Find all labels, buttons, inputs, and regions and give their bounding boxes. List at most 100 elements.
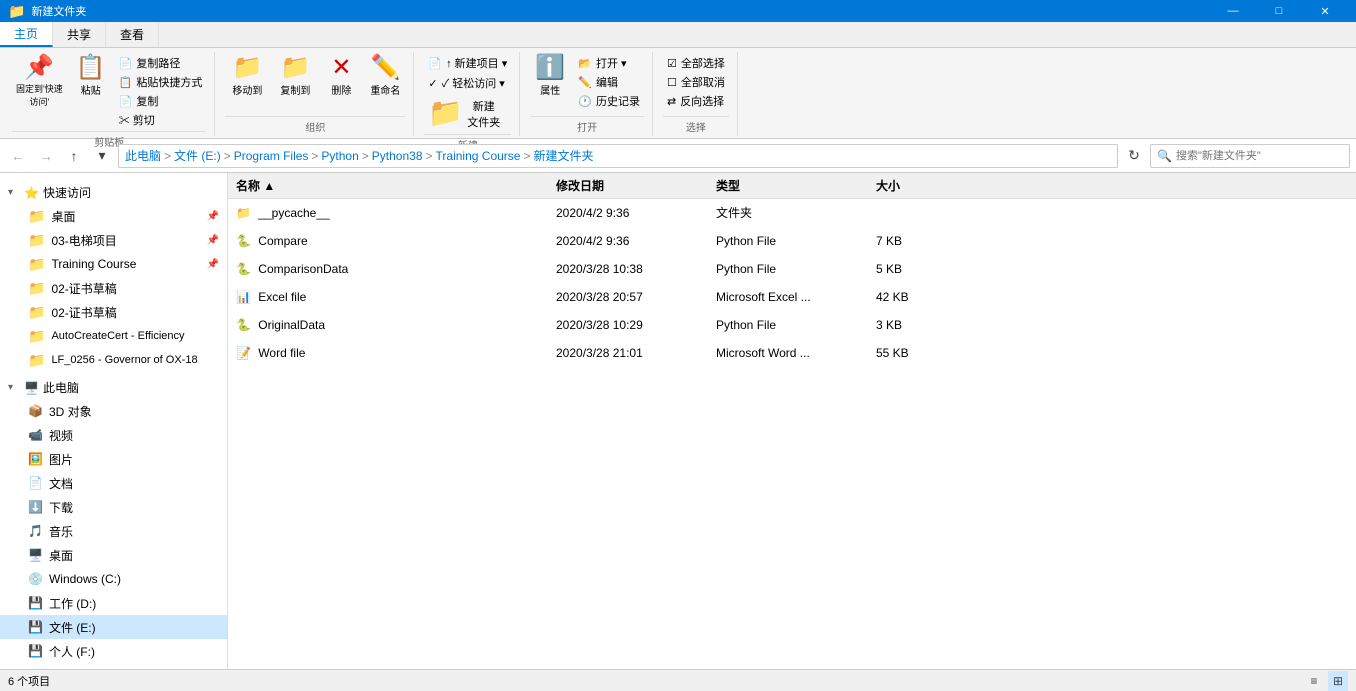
refresh-button[interactable]: ↻ bbox=[1122, 144, 1146, 168]
up-button[interactable]: ↑ bbox=[62, 144, 86, 168]
recent-locations-button[interactable]: ▾ bbox=[90, 144, 114, 168]
sidebar-item-desktop2[interactable]: 🖥️ 桌面 bbox=[0, 543, 227, 567]
sidebar-drive-d[interactable]: 💾 工作 (D:) bbox=[0, 591, 227, 615]
open-content: ℹ️ 属性 📂 打开 ▾ ✏️ 编辑 🕐 历史记录 bbox=[530, 54, 644, 114]
rename-label: 重命名 bbox=[370, 82, 400, 97]
file-type: Python File bbox=[708, 234, 868, 248]
sidebar-item-cert2[interactable]: 📁 02-证书草稿 bbox=[0, 300, 227, 324]
details-view-button[interactable]: ≡ bbox=[1304, 671, 1324, 691]
breadcrumb-e[interactable]: 文件 (E:) bbox=[174, 147, 221, 164]
select-none-label: 全部取消 bbox=[681, 74, 725, 90]
folder-icon: 📁 bbox=[28, 352, 45, 369]
breadcrumb-python[interactable]: Python bbox=[321, 149, 358, 163]
delete-button[interactable]: ✕ 删除 bbox=[321, 54, 361, 99]
col-header-type[interactable]: 类型 bbox=[708, 177, 868, 194]
new-item-button[interactable]: 📄 ↑ 新建项目 ▾ bbox=[424, 54, 511, 72]
sidebar-drive-e[interactable]: 💾 文件 (E:) bbox=[0, 615, 227, 639]
invert-select-button[interactable]: ⇄ 反向选择 bbox=[663, 92, 729, 110]
forward-button[interactable]: → bbox=[34, 144, 58, 168]
file-type: Microsoft Excel ... bbox=[708, 290, 868, 304]
file-name-text: Excel file bbox=[258, 290, 306, 304]
sidebar-item-lf0256[interactable]: 📁 LF_0256 - Governor of OX-18 bbox=[0, 348, 227, 372]
easy-access-button[interactable]: ✓ ✓ 轻松访问 ▾ bbox=[424, 74, 508, 92]
file-name: 📁 __pycache__ bbox=[228, 206, 548, 220]
status-count: 6 个项目 bbox=[8, 673, 50, 689]
sidebar-drive-f[interactable]: 💾 个人 (F:) bbox=[0, 639, 227, 663]
file-size: 55 KB bbox=[868, 346, 968, 360]
properties-button[interactable]: ℹ️ 属性 bbox=[530, 54, 570, 99]
maximize-button[interactable]: □ bbox=[1256, 0, 1302, 22]
folder-icon: 📁 bbox=[28, 256, 45, 273]
pin-icon: 📌 bbox=[207, 235, 219, 246]
downloads-icon: ⬇️ bbox=[28, 500, 43, 514]
sidebar-item-pictures[interactable]: 🖼️ 图片 bbox=[0, 447, 227, 471]
breadcrumb[interactable]: 此电脑 > 文件 (E:) > Program Files > Python >… bbox=[118, 144, 1118, 168]
file-list-header: 名称 ▲ 修改日期 类型 大小 bbox=[228, 173, 1356, 199]
sidebar-item-3d[interactable]: 📦 3D 对象 bbox=[0, 399, 227, 423]
this-pc-header[interactable]: ▾ 🖥️ 此电脑 bbox=[0, 376, 227, 399]
sidebar-drive-c[interactable]: 💿 Windows (C:) bbox=[0, 567, 227, 591]
edit-button[interactable]: ✏️ 编辑 bbox=[574, 73, 644, 91]
paste-icon: 📋 bbox=[76, 56, 106, 80]
move-to-button[interactable]: 📁 移动到 bbox=[225, 54, 269, 99]
file-row-comparisondata[interactable]: 🐍 ComparisonData 2020/3/28 10:38 Python … bbox=[228, 255, 1356, 283]
tab-view[interactable]: 查看 bbox=[106, 22, 159, 47]
select-all-button[interactable]: ☑ 全部选择 bbox=[663, 54, 729, 72]
col-header-date[interactable]: 修改日期 bbox=[548, 177, 708, 194]
pin-icon: 📌 bbox=[207, 259, 219, 270]
copy-to-button[interactable]: 📁 复制到 bbox=[273, 54, 317, 99]
sidebar-item-label: Windows (C:) bbox=[49, 572, 121, 586]
sidebar-item-video[interactable]: 📹 视频 bbox=[0, 423, 227, 447]
folder-icon: 📁 bbox=[28, 304, 45, 321]
tab-share[interactable]: 共享 bbox=[53, 22, 106, 47]
open-button[interactable]: 📂 打开 ▾ bbox=[574, 54, 644, 72]
delete-label: 删除 bbox=[331, 82, 351, 97]
sidebar-item-desktop[interactable]: 📁 桌面 📌 bbox=[0, 204, 227, 228]
breadcrumb-training[interactable]: Training Course bbox=[436, 149, 521, 163]
sidebar-item-docs[interactable]: 📄 文档 bbox=[0, 471, 227, 495]
sidebar-item-cert1[interactable]: 📁 02-证书草稿 bbox=[0, 276, 227, 300]
pin-quick-access-button[interactable]: 📌 固定到'快速访问' bbox=[12, 54, 67, 110]
sidebar-item-training[interactable]: 📁 Training Course 📌 bbox=[0, 252, 227, 276]
ribbon-tabs: 主页 共享 查看 bbox=[0, 22, 1356, 48]
sidebar-item-label: 3D 对象 bbox=[49, 403, 92, 420]
close-button[interactable]: ✕ bbox=[1302, 0, 1348, 22]
back-button[interactable]: ← bbox=[6, 144, 30, 168]
copy-button[interactable]: 📄 复制 bbox=[115, 92, 207, 110]
rename-button[interactable]: ✏️ 重命名 bbox=[365, 54, 405, 99]
paste-button[interactable]: 📋 粘贴 bbox=[71, 54, 111, 99]
copy-path-button[interactable]: 📄 复制路径 bbox=[115, 54, 207, 72]
sidebar-item-autocert[interactable]: 📁 AutoCreateCert - Efficiency bbox=[0, 324, 227, 348]
sidebar-item-label: 文件 (E:) bbox=[49, 619, 96, 636]
cut-button[interactable]: ✂ 剪切 bbox=[115, 111, 207, 129]
search-bar[interactable]: 🔍 bbox=[1150, 144, 1350, 168]
search-input[interactable] bbox=[1176, 150, 1343, 162]
new-folder-button[interactable]: 📁 新建文件夹 bbox=[424, 94, 504, 132]
file-row-word[interactable]: 📝 Word file 2020/3/28 21:01 Microsoft Wo… bbox=[228, 339, 1356, 367]
desktop-icon: 🖥️ bbox=[28, 548, 43, 562]
file-date: 2020/3/28 20:57 bbox=[548, 290, 708, 304]
file-row-excel[interactable]: 📊 Excel file 2020/3/28 20:57 Microsoft E… bbox=[228, 283, 1356, 311]
drive-f-icon: 💾 bbox=[28, 644, 43, 658]
sidebar-item-downloads[interactable]: ⬇️ 下载 bbox=[0, 495, 227, 519]
breadcrumb-pc[interactable]: 此电脑 bbox=[125, 147, 161, 164]
sidebar-item-music[interactable]: 🎵 音乐 bbox=[0, 519, 227, 543]
sidebar-item-elevator[interactable]: 📁 03-电梯项目 📌 bbox=[0, 228, 227, 252]
history-button[interactable]: 🕐 历史记录 bbox=[574, 92, 644, 110]
select-none-button[interactable]: ☐ 全部取消 bbox=[663, 73, 729, 91]
tab-home[interactable]: 主页 bbox=[0, 22, 53, 47]
list-view-button[interactable]: ⊞ bbox=[1328, 671, 1348, 691]
file-row-compare[interactable]: 🐍 Compare 2020/4/2 9:36 Python File 7 KB bbox=[228, 227, 1356, 255]
col-header-size[interactable]: 大小 bbox=[868, 177, 968, 194]
quick-access-header[interactable]: ▾ ⭐ 快速访问 bbox=[0, 181, 227, 204]
breadcrumb-programfiles[interactable]: Program Files bbox=[234, 149, 309, 163]
minimize-button[interactable]: — bbox=[1210, 0, 1256, 22]
col-header-name[interactable]: 名称 ▲ bbox=[228, 177, 548, 194]
paste-shortcut-icon: 📋 bbox=[119, 76, 133, 89]
paste-shortcut-button[interactable]: 📋 粘贴快捷方式 bbox=[115, 73, 207, 91]
breadcrumb-new-folder[interactable]: 新建文件夹 bbox=[533, 147, 593, 164]
breadcrumb-python38[interactable]: Python38 bbox=[372, 149, 423, 163]
file-row-pycache[interactable]: 📁 __pycache__ 2020/4/2 9:36 文件夹 bbox=[228, 199, 1356, 227]
file-row-originaldata[interactable]: 🐍 OriginalData 2020/3/28 10:29 Python Fi… bbox=[228, 311, 1356, 339]
ribbon-group-organize: 📁 移动到 📁 复制到 ✕ 删除 ✏️ 重命名 组织 bbox=[217, 52, 414, 136]
